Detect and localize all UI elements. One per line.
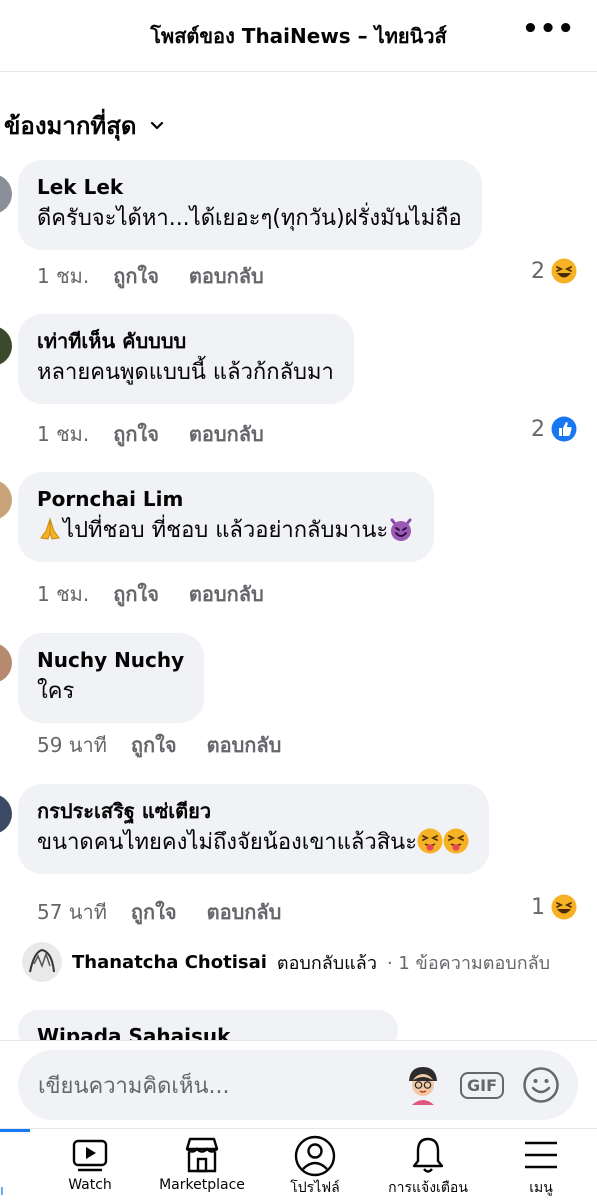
like-button[interactable]: ถูกใจ xyxy=(131,896,177,928)
comment-input-placeholder: เขียนความคิดเห็น... xyxy=(38,1073,230,1099)
comment-meta: 57 นาที ถูกใจ ตอบกลับ xyxy=(37,896,311,928)
reaction-count: 2 xyxy=(531,258,545,284)
comment-meta: 59 นาที ถูกใจ ตอบกลับ xyxy=(37,729,311,761)
reply-button[interactable]: ตอบกลับ xyxy=(189,260,264,292)
bottom-nav: ı Watch Marketplace โปรไฟล์ การแจ้งเตือน… xyxy=(0,1128,597,1200)
tab-notifications[interactable]: การแจ้งเตือน xyxy=(373,1135,483,1199)
reply-button[interactable]: ตอบกลับ xyxy=(189,578,264,610)
comment-bubble[interactable]: กรประเสริฐ แซ่เตียว ขนาดคนไทยคงไม่ถึงจัย… xyxy=(18,784,490,874)
comment-text: หลายคนพูดแบบนี้ แล้วก้กลับมา xyxy=(37,360,334,385)
reply-button[interactable]: ตอบกลับ xyxy=(189,418,264,450)
reply-button[interactable]: ตอบกลับ xyxy=(207,729,282,761)
tab-label: Marketplace xyxy=(159,1177,245,1193)
smiley-icon xyxy=(523,1067,559,1103)
watch-icon xyxy=(72,1139,108,1172)
avatar[interactable] xyxy=(0,643,12,683)
like-button[interactable]: ถูกใจ xyxy=(113,260,159,292)
tongue-squint-emoji xyxy=(417,828,443,854)
tab-label: เมนู xyxy=(529,1180,553,1196)
tab-label: Watch xyxy=(68,1177,112,1193)
tab-watch[interactable]: Watch xyxy=(35,1135,145,1193)
menu-icon xyxy=(525,1141,557,1169)
reaction-summary[interactable]: 2 xyxy=(531,416,577,442)
profile-icon xyxy=(294,1135,336,1177)
reaction-count: 1 xyxy=(531,894,545,920)
tab-home-label-partial[interactable]: ı xyxy=(0,1183,4,1199)
like-button[interactable]: ถูกใจ xyxy=(113,578,159,610)
more-options-button[interactable]: ••• xyxy=(522,14,575,44)
comment-meta: 1 ชม. ถูกใจ ตอบกลับ xyxy=(37,418,294,450)
gif-button[interactable]: GIF xyxy=(459,1071,504,1099)
comment-time[interactable]: 1 ชม. xyxy=(37,260,89,292)
comment-author[interactable]: Lek Lek xyxy=(37,174,462,200)
comment-bubble[interactable]: Lek Lek ดีครับจะได้หา...ได้เยอะๆ(ทุกวัน)… xyxy=(18,160,482,250)
comment-bubble[interactable]: Pornchai Lim ไปที่ชอบ ที่ชอบ แล้วอย่ากลั… xyxy=(18,472,435,562)
page-title: โพสต์ของ ThaiNews – ไทยนิวส์ xyxy=(150,24,447,48)
comment-text: ไปที่ชอบ ที่ชอบ แล้วอย่ากลับมานะ xyxy=(37,514,414,548)
reaction-summary[interactable]: 2 xyxy=(531,258,577,284)
comment-author[interactable]: Nuchy Nuchy xyxy=(37,647,184,673)
avatar-sticker-button[interactable] xyxy=(404,1065,442,1105)
comment-text: ดีครับจะได้หา...ได้เยอะๆ(ทุกวัน)ฝรั่งมัน… xyxy=(37,206,462,231)
reply-avatar xyxy=(22,942,62,982)
avatar[interactable] xyxy=(0,794,12,834)
comment-composer: เขียนความคิดเห็น... GIF xyxy=(0,1040,597,1128)
tab-label: โปรไฟล์ xyxy=(290,1180,340,1196)
active-tab-indicator xyxy=(0,1129,30,1132)
reply-count: · 1 ข้อความตอบกลับ xyxy=(386,952,551,974)
comment-author[interactable]: Pornchai Lim xyxy=(37,486,414,512)
gif-icon: GIF xyxy=(459,1071,504,1099)
like-icon xyxy=(551,416,577,442)
tab-profile[interactable]: โปรไฟล์ xyxy=(260,1135,370,1199)
smiling-devil-emoji xyxy=(390,518,412,541)
comment-time[interactable]: 57 นาที xyxy=(37,896,107,928)
tab-marketplace[interactable]: Marketplace xyxy=(147,1135,257,1193)
chevron-down-icon xyxy=(151,121,164,129)
emoji-button[interactable] xyxy=(522,1066,560,1104)
like-button[interactable]: ถูกใจ xyxy=(131,729,177,761)
avatar[interactable] xyxy=(0,326,12,366)
avatar[interactable] xyxy=(0,174,12,214)
bell-icon xyxy=(412,1137,444,1173)
like-button[interactable]: ถูกใจ xyxy=(113,418,159,450)
sort-label: ข้องมากที่สุด xyxy=(4,112,137,140)
comment-bubble[interactable]: Nuchy Nuchy ใคร xyxy=(18,633,205,723)
tab-menu[interactable]: เมนู xyxy=(486,1135,596,1199)
haha-icon xyxy=(551,258,577,284)
reply-button[interactable]: ตอบกลับ xyxy=(207,896,282,928)
view-replies-link[interactable]: Thanatcha Chotisai ตอบกลับแล้ว · 1 ข้อความ… xyxy=(22,942,550,982)
comment-bubble[interactable]: เท่าทีเห็น คับบบบ หลายคนพูดแบบนี้ แล้วก้… xyxy=(18,314,354,404)
reply-author: Thanatcha Chotisai xyxy=(72,951,267,973)
reaction-count: 2 xyxy=(531,416,545,442)
comment-text: ใคร xyxy=(37,679,75,704)
comment-meta: 1 ชม. ถูกใจ ตอบกลับ xyxy=(37,578,294,610)
avatar-sticker-icon xyxy=(408,1067,437,1105)
comment-meta: 1 ชม. ถูกใจ ตอบกลับ xyxy=(37,260,294,292)
comment-sort-dropdown[interactable]: ข้องมากที่สุด xyxy=(4,106,164,145)
haha-icon xyxy=(551,894,577,920)
top-bar: โพสต์ของ ThaiNews – ไทยนิวส์ ••• xyxy=(0,0,597,72)
comment-author[interactable]: กรประเสริฐ แซ่เตียว xyxy=(37,798,469,824)
comment-text: ขนาดคนไทยคงไม่ถึงจัยน้องเขาแล้วสินะ xyxy=(37,826,469,860)
comment-author[interactable]: เท่าทีเห็น คับบบบ xyxy=(37,328,334,354)
folded-hands-emoji xyxy=(40,517,60,540)
tab-label: การแจ้งเตือน xyxy=(388,1180,468,1196)
tongue-squint-emoji xyxy=(443,828,469,854)
comment-time[interactable]: 59 นาที xyxy=(37,729,107,761)
comment-time[interactable]: 1 ชม. xyxy=(37,418,89,450)
marketplace-icon xyxy=(185,1137,219,1173)
avatar[interactable] xyxy=(0,480,12,520)
reply-action: ตอบกลับแล้ว xyxy=(276,952,377,974)
comment-input[interactable]: เขียนความคิดเห็น... GIF xyxy=(18,1050,578,1120)
comment-time[interactable]: 1 ชม. xyxy=(37,578,89,610)
reaction-summary[interactable]: 1 xyxy=(531,894,577,920)
